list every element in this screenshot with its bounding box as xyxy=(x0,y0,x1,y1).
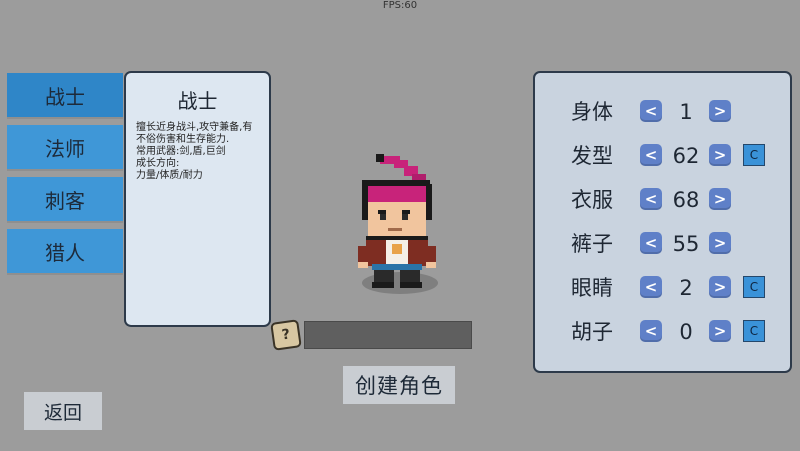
customization-row-eyes: 眼睛 < 2 > C xyxy=(535,273,790,303)
description-line: 常用武器:剑,盾,巨剑 xyxy=(136,146,226,157)
class-tab-warrior[interactable]: 战士 xyxy=(7,73,123,117)
color-picker-button[interactable]: C xyxy=(743,144,765,166)
row-label: 衣服 xyxy=(571,188,613,212)
next-arrow-icon[interactable]: > xyxy=(709,188,731,210)
customization-row-body: 身体 < 1 > xyxy=(535,97,790,127)
next-arrow-icon[interactable]: > xyxy=(709,100,731,122)
customization-row-pants: 裤子 < 55 > xyxy=(535,229,790,259)
class-tab-assassin[interactable]: 刺客 xyxy=(7,177,123,221)
prev-arrow-icon[interactable]: < xyxy=(640,100,662,122)
row-value: 0 xyxy=(679,320,693,344)
row-value: 1 xyxy=(679,100,693,124)
back-button[interactable]: 返回 xyxy=(24,392,102,430)
row-label: 发型 xyxy=(571,144,613,168)
class-tab-mage[interactable]: 法师 xyxy=(7,125,123,169)
create-character-button[interactable]: 创建角色 xyxy=(343,366,455,404)
customization-row-hairstyle: 发型 < 62 > C xyxy=(535,141,790,171)
color-picker-button[interactable]: C xyxy=(743,276,765,298)
description-line: 成长方向: xyxy=(136,158,180,169)
row-value: 62 xyxy=(672,144,700,168)
next-arrow-icon[interactable]: > xyxy=(709,232,731,254)
prev-arrow-icon[interactable]: < xyxy=(640,188,662,210)
row-value: 68 xyxy=(672,188,700,212)
description-line: 擅长近身战斗,攻守兼备,有 xyxy=(136,122,253,133)
row-value: 2 xyxy=(679,276,693,300)
class-tab-hunter[interactable]: 猎人 xyxy=(7,229,123,273)
random-name-dice-button[interactable]: ? xyxy=(270,319,302,351)
description-line: 力量/体质/耐力 xyxy=(136,170,203,181)
appearance-customization-panel: 身体 < 1 > 发型 < 62 > C 衣服 < 68 > 裤子 < 55 >… xyxy=(533,71,792,373)
next-arrow-icon[interactable]: > xyxy=(709,320,731,342)
customization-row-beard: 胡子 < 0 > C xyxy=(535,317,790,347)
class-description-panel: 战士 擅长近身战斗,攻守兼备,有 不俗伤害和生存能力. 常用武器:剑,盾,巨剑 … xyxy=(124,71,271,327)
row-label: 裤子 xyxy=(571,232,613,256)
prev-arrow-icon[interactable]: < xyxy=(640,232,662,254)
row-label: 胡子 xyxy=(571,320,613,344)
class-description: 擅长近身战斗,攻守兼备,有 不俗伤害和生存能力. 常用武器:剑,盾,巨剑 成长方… xyxy=(126,122,269,182)
row-label: 身体 xyxy=(571,100,613,124)
class-title: 战士 xyxy=(177,89,218,113)
prev-arrow-icon[interactable]: < xyxy=(640,276,662,298)
next-arrow-icon[interactable]: > xyxy=(709,144,731,166)
row-label: 眼睛 xyxy=(571,276,613,300)
next-arrow-icon[interactable]: > xyxy=(709,276,731,298)
prev-arrow-icon[interactable]: < xyxy=(640,144,662,166)
color-picker-button[interactable]: C xyxy=(743,320,765,342)
prev-arrow-icon[interactable]: < xyxy=(640,320,662,342)
character-preview-sprite xyxy=(358,154,436,288)
row-value: 55 xyxy=(672,232,700,256)
fps-counter: FPS:60 xyxy=(382,0,418,11)
description-line: 不俗伤害和生存能力. xyxy=(136,134,230,145)
customization-row-clothes: 衣服 < 68 > xyxy=(535,185,790,215)
character-name-input[interactable] xyxy=(304,321,472,349)
